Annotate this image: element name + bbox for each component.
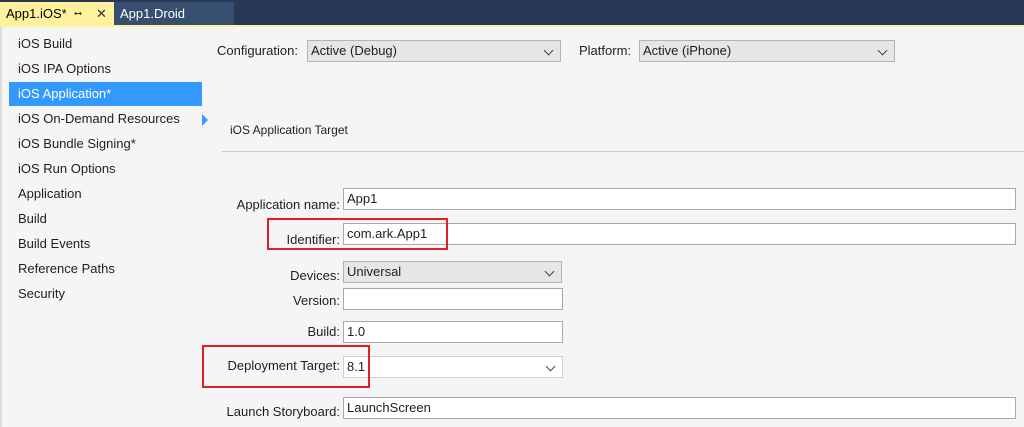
version-field[interactable]	[343, 288, 563, 310]
sidebar-item-label: Application	[18, 186, 82, 201]
sidebar-item-label: iOS Run Options	[18, 161, 116, 176]
sidebar-item-label: iOS On-Demand Resources	[18, 111, 180, 126]
application-name-field[interactable]: App1	[343, 188, 1016, 210]
pin-icon[interactable]: ⭤	[74, 2, 82, 25]
launch-storyboard-label: Launch Storyboard:	[226, 404, 340, 419]
tab-app1-droid[interactable]: App1.Droid	[114, 2, 234, 25]
configuration-value: Active (Debug)	[311, 43, 397, 58]
sidebar-item-reference-paths[interactable]: Reference Paths	[9, 257, 202, 281]
chevron-down-icon	[544, 266, 555, 277]
chevron-down-icon	[543, 45, 554, 56]
section-title: iOS Application Target	[230, 123, 348, 137]
devices-label: Devices:	[290, 268, 340, 283]
sidebar-item-label: iOS IPA Options	[18, 61, 111, 76]
sidebar-item-label: Build	[18, 211, 47, 226]
sidebar-item-ios-build[interactable]: iOS Build	[9, 32, 202, 56]
sidebar-item-build[interactable]: Build	[9, 207, 202, 231]
deployment-target-select[interactable]: 8.1	[343, 356, 563, 378]
tab-app1-ios[interactable]: App1.iOS* ⭤ ✕	[0, 2, 114, 25]
launch-storyboard-field[interactable]: LaunchScreen	[343, 397, 1016, 419]
tab-label: App1.Droid	[120, 6, 186, 21]
sidebar-item-label: iOS Build	[18, 36, 73, 51]
document-tab-bar: App1.iOS* ⭤ ✕ App1.Droid	[0, 0, 1024, 25]
platform-value: Active (iPhone)	[643, 43, 732, 58]
devices-select[interactable]: Universal	[343, 261, 562, 283]
build-value: 1.0	[347, 324, 366, 339]
identifier-highlight-box	[267, 218, 448, 250]
version-label: Version:	[293, 293, 340, 308]
launch-storyboard-value: LaunchScreen	[347, 400, 431, 415]
deployment-target-highlight-box	[202, 345, 370, 388]
property-pages-sidebar: iOS Build iOS IPA Options iOS Applicatio…	[2, 27, 208, 427]
chevron-down-icon	[877, 45, 888, 56]
sidebar-item-label: iOS Application*	[18, 86, 112, 101]
build-label: Build:	[307, 324, 340, 339]
sidebar-item-build-events[interactable]: Build Events	[9, 232, 202, 256]
tab-label: App1.iOS*	[6, 6, 67, 21]
selection-arrow-icon	[202, 114, 208, 126]
sidebar-item-label: Reference Paths	[18, 261, 115, 276]
sidebar-item-ios-application[interactable]: iOS Application*	[9, 82, 202, 106]
section-divider	[222, 151, 1024, 152]
platform-label: Platform:	[579, 43, 632, 58]
configuration-select[interactable]: Active (Debug)	[307, 40, 561, 62]
sidebar-item-label: Build Events	[18, 236, 91, 251]
sidebar-item-label: iOS Bundle Signing*	[18, 136, 136, 151]
sidebar-item-application[interactable]: Application	[9, 182, 202, 206]
ios-application-page: Configuration: Active (Debug) Platform: …	[202, 27, 1024, 427]
chevron-down-icon	[545, 361, 556, 372]
application-name-value: App1	[347, 191, 378, 206]
close-icon[interactable]: ✕	[96, 2, 107, 25]
platform-select[interactable]: Active (iPhone)	[639, 40, 895, 62]
app-name-label: Application name:	[236, 197, 340, 212]
configuration-label: Configuration:	[217, 43, 298, 58]
sidebar-item-label: Security	[18, 286, 65, 301]
sidebar-item-ios-on-demand-resources[interactable]: iOS On-Demand Resources	[9, 107, 202, 131]
build-field[interactable]: 1.0	[343, 321, 563, 343]
devices-value: Universal	[347, 264, 402, 279]
sidebar-item-ios-run-options[interactable]: iOS Run Options	[9, 157, 202, 181]
sidebar-item-ios-bundle-signing[interactable]: iOS Bundle Signing*	[9, 132, 202, 156]
sidebar-item-ios-ipa-options[interactable]: iOS IPA Options	[9, 57, 202, 81]
sidebar-item-security[interactable]: Security	[9, 282, 202, 306]
